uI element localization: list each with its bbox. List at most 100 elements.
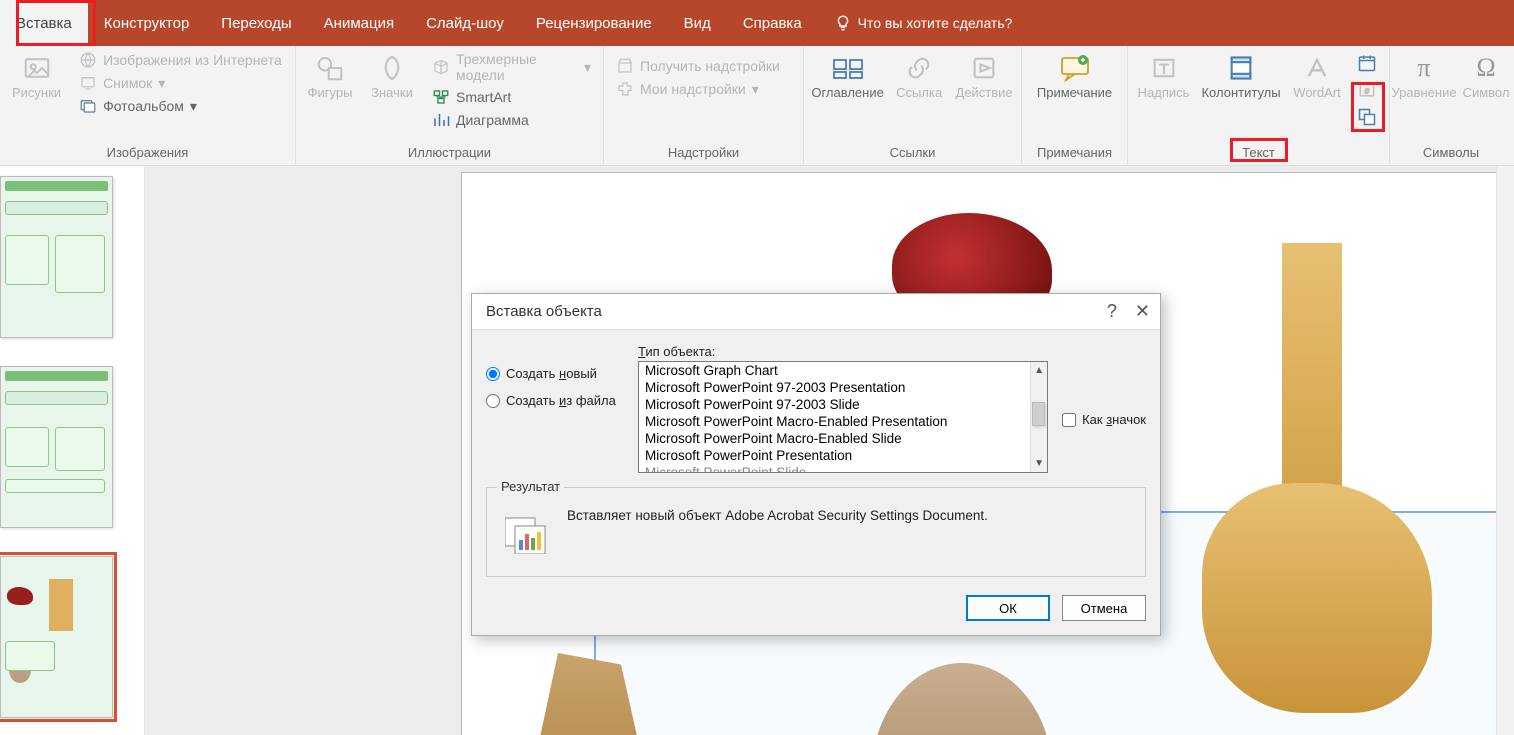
symbol-button[interactable]: Ω Символ	[1460, 50, 1512, 103]
scroll-thumb[interactable]	[1032, 402, 1045, 426]
list-item[interactable]: Microsoft PowerPoint 97-2003 Slide	[639, 396, 1030, 413]
dialog-close-button[interactable]: ✕	[1135, 301, 1150, 322]
group-illustrations: Фигуры Значки Трехмерные модели ▾ SmartA…	[296, 46, 604, 165]
datetime-icon	[1357, 53, 1377, 73]
tell-me-label: Что вы хотите сделать?	[858, 15, 1013, 31]
radio-create-new-input[interactable]	[486, 367, 500, 381]
chevron-down-icon: ▾	[752, 81, 759, 98]
slide-thumbnails[interactable]	[0, 166, 145, 735]
tab-slideshow[interactable]: Слайд-шоу	[410, 0, 520, 46]
get-addins-button[interactable]: Получить надстройки	[612, 56, 784, 76]
headerfooter-button[interactable]: Колонтитулы	[1201, 50, 1281, 103]
headerfooter-icon	[1227, 54, 1255, 82]
icons-button[interactable]: Значки	[366, 50, 418, 103]
textbox-button[interactable]: Надпись	[1136, 50, 1191, 103]
chart-icon	[432, 111, 450, 129]
radio-create-new[interactable]: Создать новый	[486, 366, 624, 381]
tab-help[interactable]: Справка	[727, 0, 818, 46]
group-illustrations-label: Иллюстрации	[304, 145, 595, 163]
tab-transitions[interactable]: Переходы	[205, 0, 307, 46]
scroll-up-icon[interactable]: ▲	[1031, 362, 1047, 379]
group-addins-label: Надстройки	[612, 145, 795, 163]
online-pictures-label: Изображения из Интернета	[103, 52, 282, 68]
object-type-listbox[interactable]: Microsoft Graph Chart Microsoft PowerPoi…	[638, 361, 1048, 473]
shapes-icon	[315, 53, 345, 83]
group-text: Надпись Колонтитулы WordArt #	[1128, 46, 1390, 165]
omega-icon: Ω	[1476, 53, 1495, 83]
list-item[interactable]: Microsoft Graph Chart	[639, 362, 1030, 379]
object-icon	[1357, 107, 1377, 127]
dialog-titlebar[interactable]: Вставка объекта ? ✕	[472, 294, 1160, 330]
svg-text:#: #	[1365, 86, 1370, 95]
dialog-help-button[interactable]: ?	[1107, 301, 1117, 322]
slide-thumb-1[interactable]	[0, 176, 113, 338]
tab-animation[interactable]: Анимация	[308, 0, 410, 46]
pictures-button[interactable]: Рисунки	[8, 50, 65, 103]
as-icon-checkbox[interactable]: Как значок	[1062, 344, 1146, 473]
editor-vertical-scrollbar[interactable]	[1496, 166, 1514, 735]
chart-button[interactable]: Диаграмма	[428, 110, 595, 130]
action-button[interactable]: Действие	[955, 50, 1013, 103]
equation-button[interactable]: π Уравнение	[1398, 50, 1450, 103]
slide-giraffe-image[interactable]	[1162, 243, 1442, 735]
list-item[interactable]: Microsoft PowerPoint Macro-Enabled Slide	[639, 430, 1030, 447]
icons-label: Значки	[371, 86, 413, 101]
list-item[interactable]: Microsoft PowerPoint Macro-Enabled Prese…	[639, 413, 1030, 430]
lightbulb-icon	[834, 14, 852, 32]
listbox-scrollbar[interactable]: ▲ ▼	[1030, 362, 1047, 472]
scroll-down-icon[interactable]: ▼	[1031, 455, 1047, 472]
group-links-label: Ссылки	[812, 145, 1013, 163]
link-button[interactable]: Ссылка	[893, 50, 945, 103]
ok-button[interactable]: ОК	[966, 595, 1050, 621]
slide-thumb-3[interactable]	[0, 556, 113, 718]
symbol-label: Символ	[1463, 86, 1510, 101]
link-label: Ссылка	[896, 86, 942, 101]
tab-view[interactable]: Вид	[668, 0, 727, 46]
shapes-button[interactable]: Фигуры	[304, 50, 356, 103]
globe-icon	[79, 51, 97, 69]
radio-create-from-file[interactable]: Создать из файла	[486, 393, 624, 408]
cube-icon	[432, 58, 450, 76]
ribbon-tabs: Вставка Конструктор Переходы Анимация Сл…	[0, 0, 1514, 46]
smartart-button[interactable]: SmartArt	[428, 87, 595, 107]
group-symbols-label: Символы	[1398, 145, 1504, 163]
list-item[interactable]: Microsoft PowerPoint Slide	[639, 464, 1030, 472]
wordart-label: WordArt	[1293, 86, 1340, 101]
tab-design-label: Конструктор	[104, 15, 190, 32]
puzzle-icon	[616, 80, 634, 98]
textbox-label: Надпись	[1138, 86, 1190, 101]
headerfooter-label: Колонтитулы	[1201, 86, 1280, 101]
photo-album-button[interactable]: Фотоальбом ▾	[75, 96, 286, 116]
slide-number-button[interactable]: #	[1353, 79, 1381, 101]
tell-me-search[interactable]: Что вы хотите сделать?	[818, 0, 1029, 46]
tab-review-label: Рецензирование	[536, 15, 652, 32]
screenshot-button[interactable]: Снимок ▾	[75, 73, 286, 93]
dialog-title: Вставка объекта	[486, 303, 602, 320]
shapes-label: Фигуры	[308, 86, 353, 101]
list-item[interactable]: Microsoft PowerPoint Presentation	[639, 447, 1030, 464]
as-icon-checkbox-input[interactable]	[1062, 413, 1076, 427]
my-addins-button[interactable]: Мои надстройки ▾	[612, 79, 784, 99]
cancel-button[interactable]: Отмена	[1062, 595, 1146, 621]
comment-button[interactable]: Примечание	[1033, 50, 1116, 103]
wordart-icon	[1303, 54, 1331, 82]
date-time-button[interactable]	[1353, 52, 1381, 74]
toc-button[interactable]: Оглавление	[812, 50, 883, 103]
tab-design[interactable]: Конструктор	[88, 0, 206, 46]
models3d-label: Трехмерные модели	[456, 51, 578, 83]
slide-thumb-2[interactable]	[0, 366, 113, 528]
insert-object-button[interactable]	[1353, 106, 1381, 128]
slidenumber-icon: #	[1357, 80, 1377, 100]
radio-create-from-file-input[interactable]	[486, 394, 500, 408]
object-type-label: Тип объекта:	[638, 344, 1048, 359]
models3d-button[interactable]: Трехмерные модели ▾	[428, 50, 595, 84]
pi-icon: π	[1417, 53, 1430, 83]
tab-insert[interactable]: Вставка	[0, 0, 88, 46]
group-addins: Получить надстройки Мои надстройки ▾ Над…	[604, 46, 804, 165]
result-box: Результат Вставляет новый объект Adobe A…	[486, 487, 1146, 577]
wordart-button[interactable]: WordArt	[1291, 50, 1343, 103]
ok-label: ОК	[999, 601, 1017, 616]
tab-review[interactable]: Рецензирование	[520, 0, 668, 46]
online-pictures-button[interactable]: Изображения из Интернета	[75, 50, 286, 70]
list-item[interactable]: Microsoft PowerPoint 97-2003 Presentatio…	[639, 379, 1030, 396]
